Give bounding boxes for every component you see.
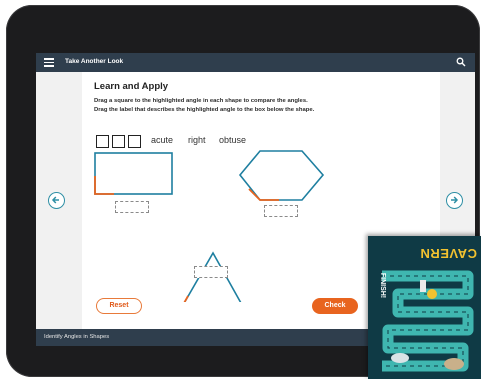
reset-button[interactable]: Reset <box>96 298 142 314</box>
arrow-right-icon <box>451 196 459 204</box>
drop-box-hexagon[interactable] <box>264 205 298 217</box>
check-button[interactable]: Check <box>312 298 358 314</box>
app-title: Take Another Look <box>65 58 124 65</box>
rectangle-shape <box>94 152 173 195</box>
drop-box-triangle[interactable] <box>194 266 228 278</box>
hexagon-shape <box>238 150 325 201</box>
arrow-left-icon <box>51 196 59 204</box>
top-bar: Take Another Look <box>36 53 475 72</box>
lesson-name: Identify Angles in Shapes <box>44 334 110 340</box>
game-board-card: CAVERN FINISH! <box>368 236 481 379</box>
finish-label: FINISH! <box>379 272 387 299</box>
search-icon[interactable] <box>456 57 466 67</box>
previous-arrow-button[interactable] <box>48 192 65 209</box>
game-card-title: CAVERN <box>420 246 477 261</box>
hamburger-icon[interactable] <box>44 58 54 67</box>
drop-box-rectangle[interactable] <box>115 201 149 213</box>
next-arrow-button[interactable] <box>446 192 463 209</box>
